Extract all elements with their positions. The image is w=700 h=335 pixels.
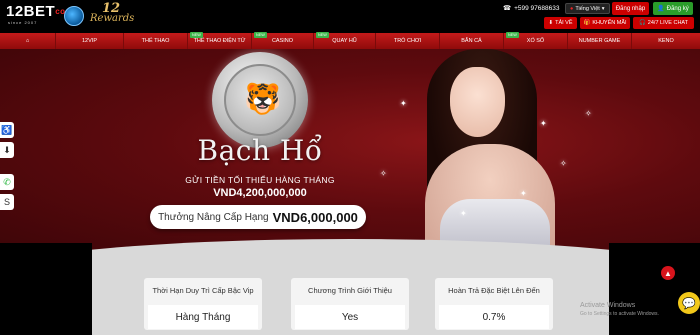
nav-label: 12VIP (82, 38, 97, 44)
sparkle-icon: ✦ (540, 119, 547, 128)
top-bar: 12BETcom since 2007 12 Rewards ☎ +599 97… (0, 0, 700, 33)
live-chat-label: 24/7 LIVE CHAT (647, 20, 689, 26)
min-deposit-value: VND4,200,000,000 (213, 187, 307, 199)
live-chat-button[interactable]: 🎧 24/7 LIVE CHAT (633, 17, 694, 29)
accessibility-icon[interactable]: ♿ (0, 122, 14, 138)
info-card: Chương Trình Giới Thiệu Yes (291, 278, 409, 330)
new-badge: NEW (506, 32, 519, 38)
logo-text: 12BET (6, 3, 56, 20)
nav-label: NUMBER GAME (578, 38, 621, 44)
phone-icon: ☎ (503, 5, 512, 12)
skype-icon[interactable]: S (0, 194, 14, 210)
upgrade-bonus-pill: Thưởng Nâng Cấp Hạng VND6,000,000 (150, 205, 366, 229)
globe-icon (64, 6, 84, 26)
rewards-logo[interactable]: 12 Rewards (90, 2, 135, 30)
chat-icon: 💬 (682, 297, 696, 310)
nav-label: QUAY HŨ (332, 38, 357, 44)
card-heading: Hoàn Trả Đặc Biệt Lên Đến (448, 285, 540, 295)
sparkle-icon: ✦ (400, 99, 407, 108)
arrow-up-icon: ▲ (664, 268, 672, 278)
new-badge: NEW (254, 32, 267, 38)
nav-label: TRÒ CHƠI (393, 38, 422, 44)
nav-slots[interactable]: NEW QUAY HŨ (314, 32, 376, 49)
info-card: Hoàn Trả Đặc Biệt Lên Đến 0.7% (435, 278, 553, 330)
sparkle-icon: ✦ (460, 209, 467, 218)
language-selector[interactable]: ● Tiếng Việt ▾ (565, 3, 610, 14)
watermark-line2: Go to Settings to activate Windows. (580, 311, 659, 317)
nav-lottery[interactable]: NEW XỔ SỐ (504, 32, 568, 49)
card-heading: Chương Trình Giới Thiệu (308, 285, 392, 295)
coin-inner-ring: 🐯 (224, 64, 296, 136)
scroll-top-button[interactable]: ▲ (661, 266, 675, 280)
left-dark-panel (0, 243, 92, 335)
download-button[interactable]: ⬇ TẢI VỀ (544, 17, 577, 29)
download-label: TẢI VỀ (555, 20, 573, 26)
chevron-down-icon: ▾ (601, 5, 605, 12)
upgrade-bonus-value: VND6,000,000 (272, 209, 358, 225)
sparkle-icon: ✧ (585, 109, 592, 118)
whatsapp-icon[interactable]: ✆ (0, 174, 14, 190)
download-icon: ⬇ (548, 20, 554, 26)
nav-home[interactable]: ⌂ (0, 33, 56, 49)
nav-number-game[interactable]: NUMBER GAME (568, 33, 632, 49)
card-value: 0.7% (439, 305, 549, 329)
nav-label: THỂ THAO (141, 38, 170, 44)
phone-number: +599 97688633 (514, 4, 560, 12)
nav-sports[interactable]: THỂ THAO (124, 33, 188, 49)
model-face (450, 67, 505, 137)
upgrade-bonus-label: Thưởng Nâng Cấp Hạng (158, 211, 269, 223)
sparkle-icon: ✧ (380, 169, 387, 178)
min-deposit-label: GỬI TIỀN TỐI THIỂU HÀNG THÁNG (185, 175, 335, 185)
nav-label: XỔ SỐ (526, 38, 545, 44)
tiger-icon: 🐯 (244, 83, 282, 116)
nav-label: THỂ THAO ĐIỆN TỬ (193, 38, 246, 44)
sparkle-icon: ✧ (560, 159, 567, 168)
user-icon: 👤 (657, 6, 665, 12)
nav-keno[interactable]: KENO (632, 33, 700, 49)
card-value: Yes (295, 305, 405, 329)
download-icon[interactable]: ⬇ (0, 142, 14, 158)
sparkle-icon: ✦ (520, 189, 527, 198)
nav-12vip[interactable]: 12VIP (56, 33, 124, 49)
nav-label: CASINO (271, 38, 294, 44)
register-button[interactable]: 👤 Đăng ký (653, 2, 693, 15)
phone-contact[interactable]: ☎ +599 97688633 (503, 4, 560, 13)
nav-label: KENO (658, 38, 674, 44)
headset-icon: 🎧 (638, 20, 646, 26)
card-heading: Thời Hạn Duy Trì Cấp Bậc Vip (152, 285, 254, 295)
model-image (405, 49, 555, 254)
login-button[interactable]: Đăng nhập (612, 2, 649, 15)
register-label: Đăng ký (666, 5, 689, 12)
flag-icon: ● (570, 5, 574, 12)
nav-games[interactable]: TRÒ CHƠI (376, 33, 440, 49)
right-dark-panel (609, 243, 700, 335)
watermark-line1: Activate Windows (580, 302, 636, 309)
nav-casino[interactable]: NEW CASINO (252, 32, 314, 49)
vip-tier-title: Bạch Hổ (197, 134, 323, 167)
new-badge: NEW (316, 32, 329, 38)
nav-label: BẮN CÁ (461, 38, 482, 44)
language-label: Tiếng Việt (575, 5, 600, 12)
nav-fishing[interactable]: BẮN CÁ (440, 33, 504, 49)
nav-esports[interactable]: NEW THỂ THAO ĐIỆN TỬ (188, 32, 252, 49)
promotions-label: KHUYẾN MÃI (592, 20, 627, 26)
new-badge: NEW (190, 32, 203, 38)
hero-bottom-curve (0, 239, 700, 254)
info-card: Thời Hạn Duy Trì Cấp Bậc Vip Hàng Tháng (144, 278, 262, 330)
hero-banner: 🐯 ✦ ✦ ✧ ✦ ✧ ✧ ✦ Bạch Hổ GỬI TIỀN TỐI THI… (0, 49, 700, 254)
side-floating-bar: ♿ ⬇ ✆ S (0, 122, 14, 214)
promotions-button[interactable]: 🎁 KHUYẾN MÃI (580, 17, 630, 29)
gift-icon: 🎁 (583, 20, 591, 26)
logo-subtitle: since 2007 (8, 20, 38, 25)
home-icon: ⌂ (25, 38, 30, 44)
windows-watermark: Activate Windows Go to Settings to activ… (580, 301, 659, 319)
card-value: Hàng Tháng (148, 305, 258, 329)
rewards-word: Rewards (90, 13, 135, 24)
main-nav: ⌂ 12VIP THỂ THAO NEW THỂ THAO ĐIỆN TỬ NEW… (0, 32, 700, 49)
chat-bubble-button[interactable]: 💬 (678, 292, 700, 314)
